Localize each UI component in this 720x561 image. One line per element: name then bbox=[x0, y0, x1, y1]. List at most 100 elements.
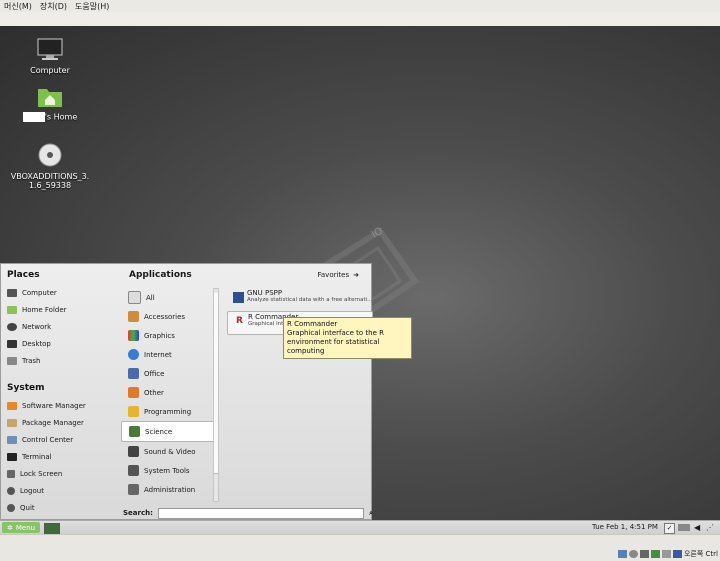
usb-icon[interactable] bbox=[639, 550, 649, 558]
search-label: Search: bbox=[123, 509, 153, 517]
system-title: System bbox=[7, 383, 45, 393]
other-icon bbox=[128, 387, 139, 398]
administration-icon bbox=[128, 484, 139, 495]
office-icon bbox=[128, 368, 139, 379]
desktop-icon-label: VBOXADDITIONS_3.1.6_59338 bbox=[10, 172, 90, 190]
monitor-icon bbox=[37, 38, 63, 60]
host-key-area: 오른쪽 Ctrl bbox=[617, 549, 718, 559]
keyboard-icon[interactable] bbox=[678, 524, 690, 531]
tooltip-text: Graphical interface to the R environment… bbox=[287, 329, 384, 355]
software-manager-icon bbox=[7, 401, 17, 410]
system-tools-icon bbox=[128, 465, 139, 476]
category-other[interactable]: Other bbox=[121, 383, 213, 402]
app-tooltip: R Commander Graphical interface to the R… bbox=[283, 317, 412, 359]
accessories-icon bbox=[128, 311, 139, 322]
desktop-icon-cd[interactable]: VBOXADDITIONS_3.1.6_59338 bbox=[10, 142, 90, 190]
network-adapter-icon[interactable] bbox=[650, 550, 660, 558]
category-accessories[interactable]: Accessories bbox=[121, 307, 213, 326]
lock-icon bbox=[7, 469, 15, 478]
menu-button[interactable]: ✲ Menu bbox=[2, 522, 41, 533]
places-item-trash[interactable]: Trash bbox=[1, 352, 119, 369]
science-icon bbox=[129, 426, 140, 437]
app-gnu-pspp[interactable]: GNU PSPP Analyze statistical data with a… bbox=[227, 288, 373, 310]
category-administration[interactable]: Administration bbox=[121, 480, 213, 499]
volume-icon[interactable]: ◀ bbox=[694, 523, 700, 532]
hdd-icon[interactable] bbox=[617, 550, 627, 558]
desktop-icon-label: Computer bbox=[30, 66, 70, 75]
system-item-logout[interactable]: Logout bbox=[1, 482, 119, 499]
cd-icon bbox=[38, 143, 62, 167]
home-folder-icon bbox=[7, 305, 17, 314]
category-graphics[interactable]: Graphics bbox=[121, 326, 213, 345]
search-bar: Search: ⌕ bbox=[123, 507, 373, 519]
places-column: Places Computer Home Folder Network Desk… bbox=[1, 264, 119, 519]
applications-column: Applications Favorites ➜ All Accessories… bbox=[119, 264, 373, 519]
desktop-icon-computer[interactable]: Computer bbox=[10, 38, 90, 75]
start-menu: Places Computer Home Folder Network Desk… bbox=[0, 263, 373, 520]
update-check-icon[interactable]: ✓ bbox=[664, 523, 675, 534]
all-icon bbox=[128, 291, 141, 304]
programming-icon bbox=[128, 406, 139, 417]
applications-title: Applications bbox=[129, 270, 192, 280]
desktop-icon-label: 's Home bbox=[10, 112, 90, 122]
desktop-icon-home[interactable]: 's Home bbox=[10, 84, 90, 122]
mouse-integration-icon[interactable] bbox=[672, 550, 682, 558]
top-panel bbox=[0, 12, 720, 27]
terminal-icon bbox=[7, 452, 17, 461]
system-item-terminal[interactable]: Terminal bbox=[1, 448, 119, 465]
system-item-package-manager[interactable]: Package Manager bbox=[1, 414, 119, 431]
category-programming[interactable]: Programming bbox=[121, 402, 213, 421]
virtualbox-status-bar: 오른쪽 Ctrl bbox=[0, 534, 720, 561]
category-sound-video[interactable]: Sound & Video bbox=[121, 442, 213, 461]
redacted-username bbox=[22, 112, 45, 122]
host-key-label: 오른쪽 Ctrl bbox=[683, 550, 718, 558]
search-icon[interactable]: ⌕ bbox=[369, 509, 373, 518]
favorites-button[interactable]: Favorites ➜ bbox=[318, 271, 360, 279]
system-item-lock-screen[interactable]: Lock Screen bbox=[1, 465, 119, 482]
pspp-icon bbox=[233, 292, 244, 303]
show-desktop-icon[interactable] bbox=[44, 523, 60, 534]
menu-machine[interactable]: 머신(M) bbox=[4, 1, 32, 12]
package-manager-icon bbox=[7, 418, 17, 427]
internet-icon bbox=[128, 349, 139, 360]
arrow-right-icon: ➜ bbox=[353, 271, 359, 279]
shared-folders-icon[interactable] bbox=[661, 550, 671, 558]
system-item-control-center[interactable]: Control Center bbox=[1, 431, 119, 448]
quit-icon bbox=[7, 503, 15, 512]
bottom-panel: ✲ Menu Tue Feb 1, 4:51 PM ✓ ◀ ⋰ bbox=[0, 520, 720, 534]
control-center-icon bbox=[7, 435, 17, 444]
panel-clock[interactable]: Tue Feb 1, 4:51 PM bbox=[592, 523, 658, 531]
desktop-icon bbox=[7, 339, 17, 348]
menu-devices[interactable]: 장치(D) bbox=[40, 1, 67, 12]
category-scrollbar[interactable] bbox=[213, 288, 219, 502]
tooltip-title: R Commander bbox=[287, 320, 338, 328]
category-internet[interactable]: Internet bbox=[121, 345, 213, 364]
virtualbox-menubar: 머신(M) 장치(D) 도움말(H) bbox=[0, 0, 720, 12]
system-item-quit[interactable]: Quit bbox=[1, 499, 119, 516]
trash-icon bbox=[7, 356, 17, 365]
places-title: Places bbox=[7, 270, 40, 280]
category-office[interactable]: Office bbox=[121, 364, 213, 383]
menu-help[interactable]: 도움말(H) bbox=[75, 1, 109, 12]
network-status-icon[interactable]: ⋰ bbox=[706, 523, 714, 532]
network-icon bbox=[7, 322, 17, 331]
places-item-computer[interactable]: Computer bbox=[1, 284, 119, 301]
sound-video-icon bbox=[128, 446, 139, 457]
computer-icon bbox=[7, 288, 17, 297]
places-item-network[interactable]: Network bbox=[1, 318, 119, 335]
graphics-icon bbox=[128, 330, 139, 341]
places-item-desktop[interactable]: Desktop bbox=[1, 335, 119, 352]
scrollbar-thumb[interactable] bbox=[214, 293, 218, 474]
search-input[interactable] bbox=[157, 507, 365, 519]
r-commander-icon: R bbox=[234, 316, 245, 327]
places-item-home-folder[interactable]: Home Folder bbox=[1, 301, 119, 318]
category-list: All Accessories Graphics Internet Office… bbox=[121, 288, 215, 504]
cdrom-icon[interactable] bbox=[628, 550, 638, 558]
logout-icon bbox=[7, 486, 15, 495]
home-folder-icon bbox=[38, 89, 62, 107]
system-item-software-manager[interactable]: Software Manager bbox=[1, 397, 119, 414]
mint-logo-icon: ✲ bbox=[7, 523, 13, 532]
category-science[interactable]: Science bbox=[121, 421, 215, 442]
category-system-tools[interactable]: System Tools bbox=[121, 461, 213, 480]
category-all[interactable]: All bbox=[121, 288, 213, 307]
